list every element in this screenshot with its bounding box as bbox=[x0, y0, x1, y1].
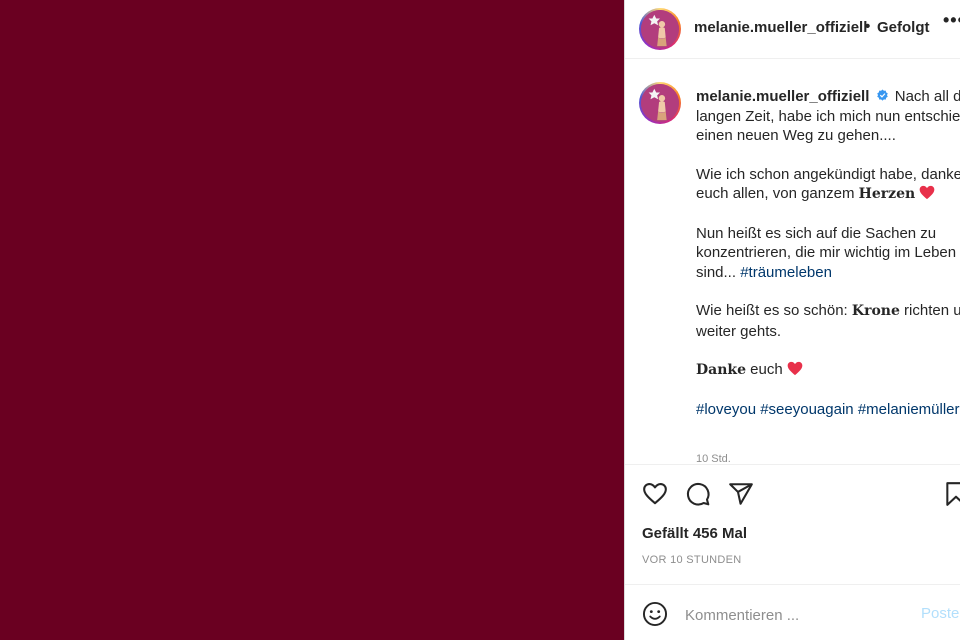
caption-bold-word: Herzen bbox=[858, 186, 916, 202]
avatar[interactable] bbox=[639, 8, 681, 50]
caption-paragraph: Nun heißt es sich auf die Sachen zu konz… bbox=[696, 224, 960, 283]
post-header: melanie.mueller_offiziell • Gefolgt ••• bbox=[625, 0, 960, 59]
follow-status-button[interactable]: Gefolgt bbox=[877, 19, 930, 36]
caption-paragraph: Wie ich schon angekündigt habe, danke ic… bbox=[696, 165, 960, 205]
comment-input[interactable] bbox=[683, 601, 917, 629]
caption-paragraph: #loveyou #seeyouagain #melaniemüller bbox=[696, 400, 960, 420]
post-timestamp: VOR 10 STUNDEN bbox=[642, 554, 742, 566]
caption-text: melanie.mueller_offiziell Nach all der l… bbox=[696, 87, 960, 438]
comment-icon[interactable] bbox=[685, 481, 711, 507]
post-comment-button[interactable]: Posten bbox=[921, 605, 960, 622]
heart-emoji-icon bbox=[919, 185, 935, 200]
caption-paragraph: Danke euch bbox=[696, 360, 960, 381]
post-media[interactable] bbox=[0, 0, 624, 640]
caption-line: euch bbox=[750, 361, 783, 378]
hashtag-link[interactable]: #melaniemüller bbox=[858, 401, 960, 418]
heart-emoji-icon bbox=[787, 361, 803, 376]
caption-line: Wie heißt es so schön: bbox=[696, 302, 848, 319]
more-horizontal-icon[interactable]: ••• bbox=[943, 10, 960, 31]
hashtag-link[interactable]: #träumeleben bbox=[740, 264, 832, 281]
verified-badge-icon bbox=[876, 89, 888, 101]
emoji-icon[interactable] bbox=[642, 601, 668, 627]
caption-scroll-area[interactable]: melanie.mueller_offiziell Nach all der l… bbox=[625, 59, 960, 463]
hashtag-link[interactable]: #seeyouagain bbox=[760, 401, 853, 418]
caption-bold-word: Danke bbox=[696, 362, 746, 378]
comment-bar: Posten bbox=[625, 584, 960, 640]
post-side-panel: melanie.mueller_offiziell • Gefolgt ••• … bbox=[624, 0, 960, 640]
caption-bold-word: Krone bbox=[851, 303, 900, 319]
share-icon[interactable] bbox=[728, 481, 754, 507]
avatar[interactable] bbox=[639, 82, 681, 124]
caption-time: 10 Std. bbox=[696, 453, 731, 463]
caption-paragraph: Wie heißt es so schön: Krone richten und… bbox=[696, 301, 960, 341]
likes-count[interactable]: Gefällt 456 Mal bbox=[642, 525, 747, 542]
bookmark-icon[interactable] bbox=[943, 481, 960, 507]
header-separator: • bbox=[865, 18, 871, 35]
post-actions: Gefällt 456 Mal VOR 10 STUNDEN bbox=[625, 464, 960, 585]
hashtag-link[interactable]: #loveyou bbox=[696, 401, 756, 418]
header-username[interactable]: melanie.mueller_offiziell bbox=[694, 19, 867, 36]
caption-username[interactable]: melanie.mueller_offiziell bbox=[696, 88, 869, 105]
caption-paragraph: melanie.mueller_offiziell Nach all der l… bbox=[696, 87, 960, 146]
heart-icon[interactable] bbox=[642, 481, 668, 507]
